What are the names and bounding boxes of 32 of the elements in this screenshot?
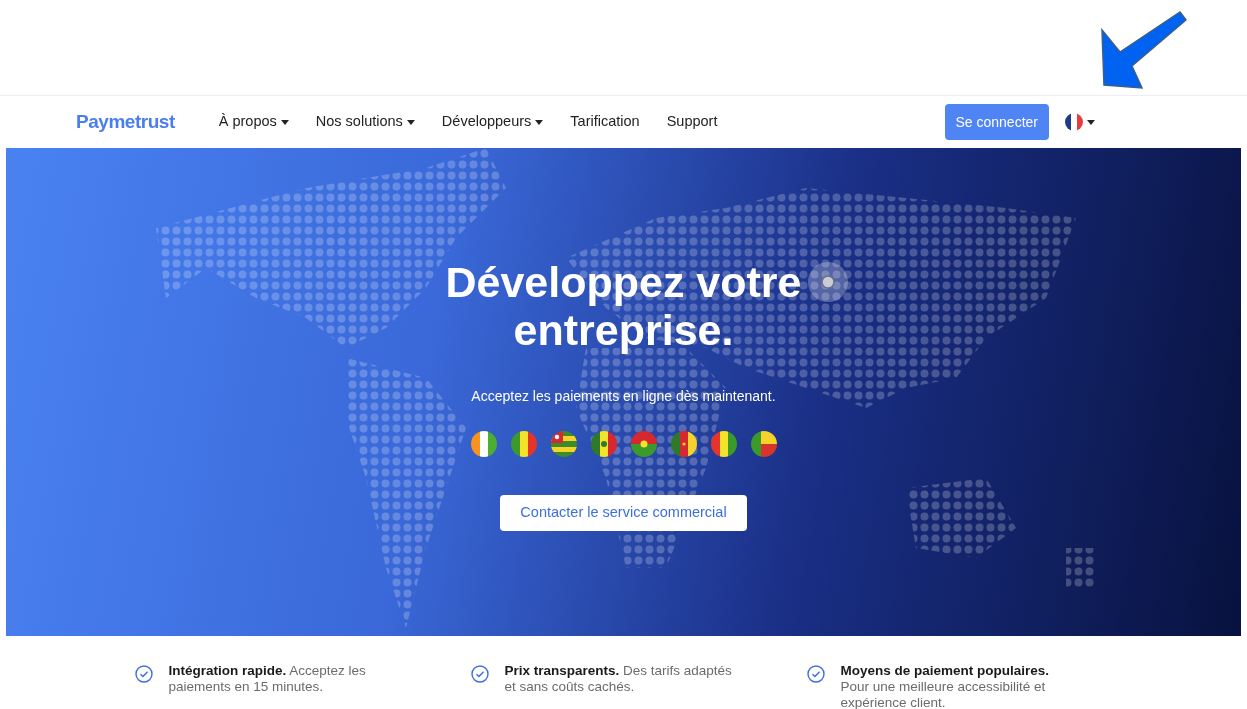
flag-icon bbox=[710, 431, 737, 457]
feature-text: Prix transparents. Des tarifs adaptés et sans coûts cachés. bbox=[504, 663, 733, 695]
flag-icon bbox=[630, 431, 657, 457]
nav-link[interactable]: Tarification bbox=[570, 111, 640, 133]
check-circle-icon bbox=[134, 665, 153, 683]
hero-subtitle: Acceptez les paiements en ligne dès maintenant. bbox=[471, 387, 776, 406]
flag-icon bbox=[550, 431, 577, 457]
flag-icon bbox=[1065, 113, 1083, 131]
caret-icon bbox=[535, 119, 544, 125]
caret-icon bbox=[280, 119, 289, 125]
login-button[interactable]: Se connecter bbox=[944, 104, 1049, 140]
logo: Paymetrust bbox=[76, 109, 175, 134]
flag-icon bbox=[470, 431, 497, 457]
language-selector[interactable] bbox=[1065, 113, 1095, 131]
nav-link[interactable]: Développeurs bbox=[441, 111, 544, 133]
nav-link[interactable]: À propos bbox=[218, 111, 289, 133]
nav-link[interactable]: Nos solutions bbox=[315, 111, 415, 133]
flag-icon bbox=[590, 431, 617, 457]
caret-icon bbox=[406, 119, 415, 125]
check-circle-icon bbox=[470, 665, 489, 683]
flag-icon bbox=[510, 431, 537, 457]
flag-icon bbox=[670, 431, 697, 457]
caret-icon bbox=[1087, 119, 1095, 125]
feature-text: Intégration rapide. Acceptez les paiements en 15 minutes. bbox=[168, 663, 367, 695]
nav-link[interactable]: Support bbox=[666, 111, 718, 133]
hero-title: Développez votre entreprise. bbox=[445, 258, 802, 354]
check-circle-icon bbox=[806, 665, 825, 683]
arrow-icon bbox=[1100, 10, 1188, 90]
contact-sales-button[interactable]: Contacter le service commercial bbox=[500, 495, 747, 531]
feature-text: Moyens de paiement populaires. Pour une meilleure accessibilité et expérience client. bbox=[840, 663, 1051, 709]
cursor-icon bbox=[806, 260, 850, 304]
flag-icon bbox=[750, 431, 777, 457]
